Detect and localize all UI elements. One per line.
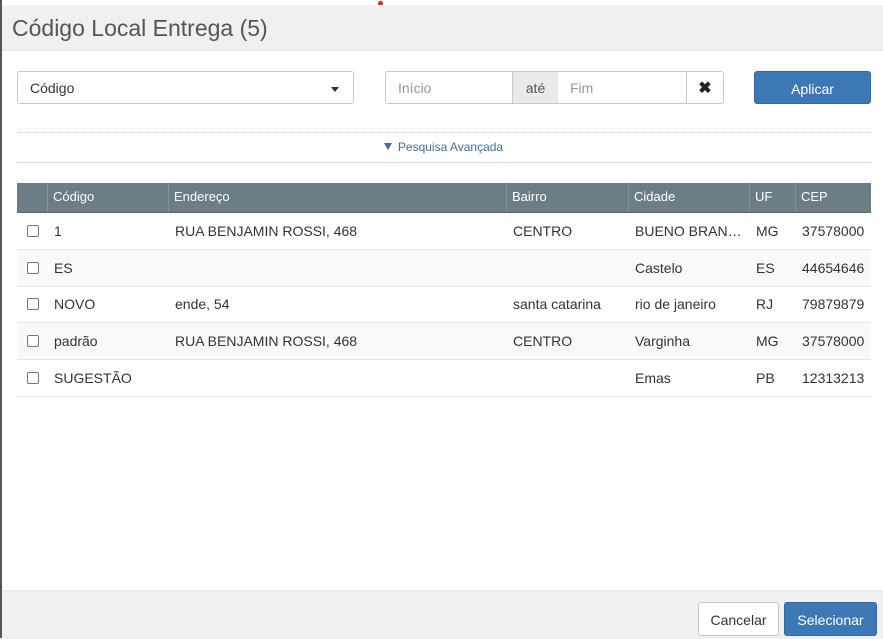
cell-cidade: Emas <box>635 370 671 387</box>
cell-endereco: RUA BENJAMIN ROSSI, 468 <box>175 333 358 350</box>
cancel-button[interactable]: Cancelar <box>698 602 779 636</box>
cell-cidade: rio de janeiro <box>635 296 716 313</box>
cell-cidade: Castelo <box>635 259 683 276</box>
divider-dotted <box>17 132 871 133</box>
table-row[interactable]: 1 RUA BENJAMIN ROSSI, 468 CENTRO BUENO B… <box>17 213 871 250</box>
cell-bairro: CENTRO <box>513 333 573 350</box>
column-header-codigo[interactable]: Código <box>47 183 168 212</box>
row-checkbox[interactable] <box>27 298 39 311</box>
header-select-column <box>17 183 47 212</box>
apply-button[interactable]: Aplicar <box>754 71 871 104</box>
modal-dialog: Código Local Entrega (5) Código Início a… <box>0 0 883 639</box>
table-row[interactable]: padrão RUA BENJAMIN ROSSI, 468 CENTRO Va… <box>17 323 871 361</box>
cell-codigo: ES <box>54 259 73 276</box>
range-filter: Início até Fim ✖ <box>385 71 724 104</box>
cell-cep: 12313213 <box>802 370 865 387</box>
cell-bairro: santa catarina <box>513 296 601 313</box>
cell-codigo: NOVO <box>54 296 96 313</box>
cell-uf: MG <box>756 333 779 350</box>
clear-range-button[interactable]: ✖ <box>686 71 724 104</box>
advanced-search-label: Pesquisa Avançada <box>397 140 504 154</box>
modal-footer: Cancelar Selecionar <box>2 590 883 639</box>
range-end-input[interactable]: Fim <box>558 71 686 104</box>
range-start-input[interactable]: Início <box>385 71 513 104</box>
cell-uf: MG <box>756 222 779 239</box>
cell-cep: 37578000 <box>802 333 865 350</box>
table-row[interactable]: ES Castelo ES 44654646 <box>17 249 871 287</box>
column-header-cep[interactable]: CEP <box>795 183 871 212</box>
column-header-cidade[interactable]: Cidade <box>628 183 749 212</box>
table-row[interactable]: SUGESTÃO Emas PB 12313213 <box>17 360 871 397</box>
table-body: 1 RUA BENJAMIN ROSSI, 468 CENTRO BUENO B… <box>17 213 871 397</box>
table-row[interactable]: NOVO ende, 54 santa catarina rio de jane… <box>17 287 871 324</box>
cell-bairro: CENTRO <box>513 222 573 239</box>
row-checkbox[interactable] <box>27 372 39 385</box>
advanced-search-toggle[interactable]: Pesquisa Avançada <box>2 140 883 154</box>
divider <box>17 162 871 163</box>
cell-endereco: RUA BENJAMIN ROSSI, 468 <box>175 222 358 239</box>
cell-endereco: ende, 54 <box>175 296 230 313</box>
cell-uf: PB <box>756 370 775 387</box>
row-checkbox[interactable] <box>27 224 39 237</box>
row-checkbox[interactable] <box>27 261 39 274</box>
cell-uf: ES <box>756 259 775 276</box>
modal-header: Código Local Entrega (5) <box>2 5 883 51</box>
row-checkbox[interactable] <box>27 335 39 348</box>
table-header: Código Endereço Bairro Cidade UF CEP <box>17 183 871 213</box>
close-icon: ✖ <box>698 79 712 97</box>
triangle-down-icon <box>383 143 392 151</box>
cell-codigo: 1 <box>54 222 62 239</box>
column-header-uf[interactable]: UF <box>749 183 795 212</box>
cell-uf: RJ <box>756 296 774 313</box>
field-select-value: Código <box>30 80 75 96</box>
field-select[interactable]: Código <box>17 71 354 104</box>
range-between-label: até <box>513 71 558 104</box>
select-button[interactable]: Selecionar <box>784 602 877 636</box>
cell-cep: 44654646 <box>802 259 865 276</box>
column-header-endereco[interactable]: Endereço <box>168 183 506 212</box>
results-table: Código Endereço Bairro Cidade UF CEP 1 R… <box>17 183 871 397</box>
modal-title: Código Local Entrega (5) <box>12 15 268 41</box>
cell-codigo: padrão <box>54 333 98 350</box>
cell-codigo: SUGESTÃO <box>54 370 132 387</box>
chevron-down-icon <box>331 87 339 92</box>
cell-cidade: BUENO BRANDÃO <box>635 222 749 239</box>
cell-cidade: Varginha <box>635 333 691 350</box>
column-header-bairro[interactable]: Bairro <box>506 183 628 212</box>
cell-cep: 79879879 <box>802 296 865 313</box>
cell-cep: 37578000 <box>802 222 865 239</box>
